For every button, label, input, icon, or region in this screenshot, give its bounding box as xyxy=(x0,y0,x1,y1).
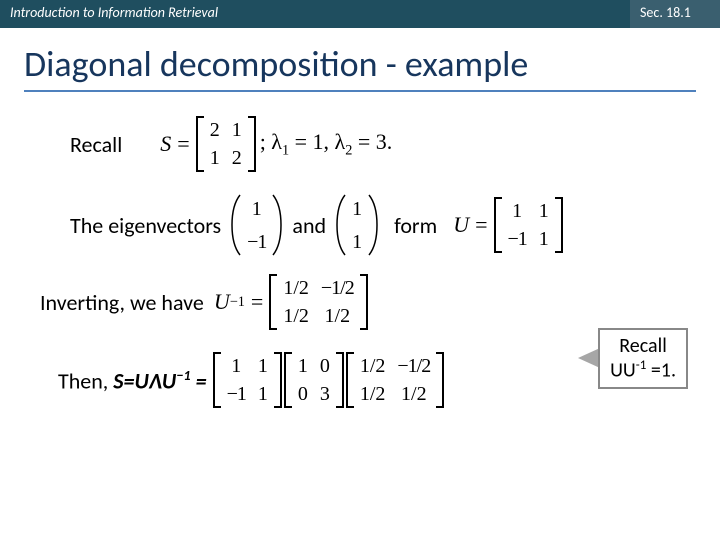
inverting-label: Inverting, we have xyxy=(40,289,204,316)
eigenvectors-label: The eigenvectors xyxy=(70,212,221,239)
slide-header: Introduction to Information Retrieval Se… xyxy=(0,0,720,28)
recall-math: S = 21 12 ; λ1 = 1, λ2 = 3. xyxy=(160,116,392,172)
matrix-U: 1−1 11 xyxy=(494,197,563,253)
eigenvectors-row: The eigenvectors 1−1 and 11 form U = 1−1… xyxy=(0,194,720,256)
eigenvalues-text: ; λ1 = 1, λ2 = 3. xyxy=(256,129,393,159)
header-section: Sec. 18.1 xyxy=(630,0,720,28)
then-label: Then, S=UΛU−1 = xyxy=(58,366,207,394)
matrix-S: 21 12 xyxy=(196,116,256,172)
eigenvector-2: 11 xyxy=(336,194,378,256)
matrix-U-expr: U = 1−1 11 xyxy=(453,197,563,253)
inverting-row: Inverting, we have U−1 = 1/21/2 −1/21/2 xyxy=(0,274,720,330)
and-label: and xyxy=(282,212,336,239)
symbol-U: U xyxy=(453,212,469,238)
header-course-title: Introduction to Information Retrieval xyxy=(0,0,630,28)
form-label: form xyxy=(378,212,453,239)
slide-title: Diagonal decomposition - example xyxy=(0,28,720,90)
matrix-U-inverse: 1/21/2 −1/21/2 xyxy=(269,274,367,330)
matrix-then-Uinv: 1/21/2 −1/21/2 xyxy=(346,352,444,408)
eigenvector-1: 1−1 xyxy=(231,194,282,256)
recall-row: Recall S = 21 12 ; λ1 = 1, λ2 = 3. xyxy=(0,116,720,172)
matrix-then-U: 1−1 11 xyxy=(213,352,282,408)
recall-label: Recall xyxy=(70,131,122,158)
symbol-S: S xyxy=(160,131,171,157)
u-inverse-expr: U−1 = 1/21/2 −1/21/2 xyxy=(214,274,368,330)
recall-callout: Recall UU-1 =1. xyxy=(578,328,688,389)
callout-box: Recall UU-1 =1. xyxy=(598,328,688,389)
callout-line2: UU-1 =1. xyxy=(610,358,676,383)
arrow-left-icon xyxy=(578,348,600,368)
matrix-then-lambda: 10 03 xyxy=(284,352,344,408)
callout-line1: Recall xyxy=(610,334,676,358)
